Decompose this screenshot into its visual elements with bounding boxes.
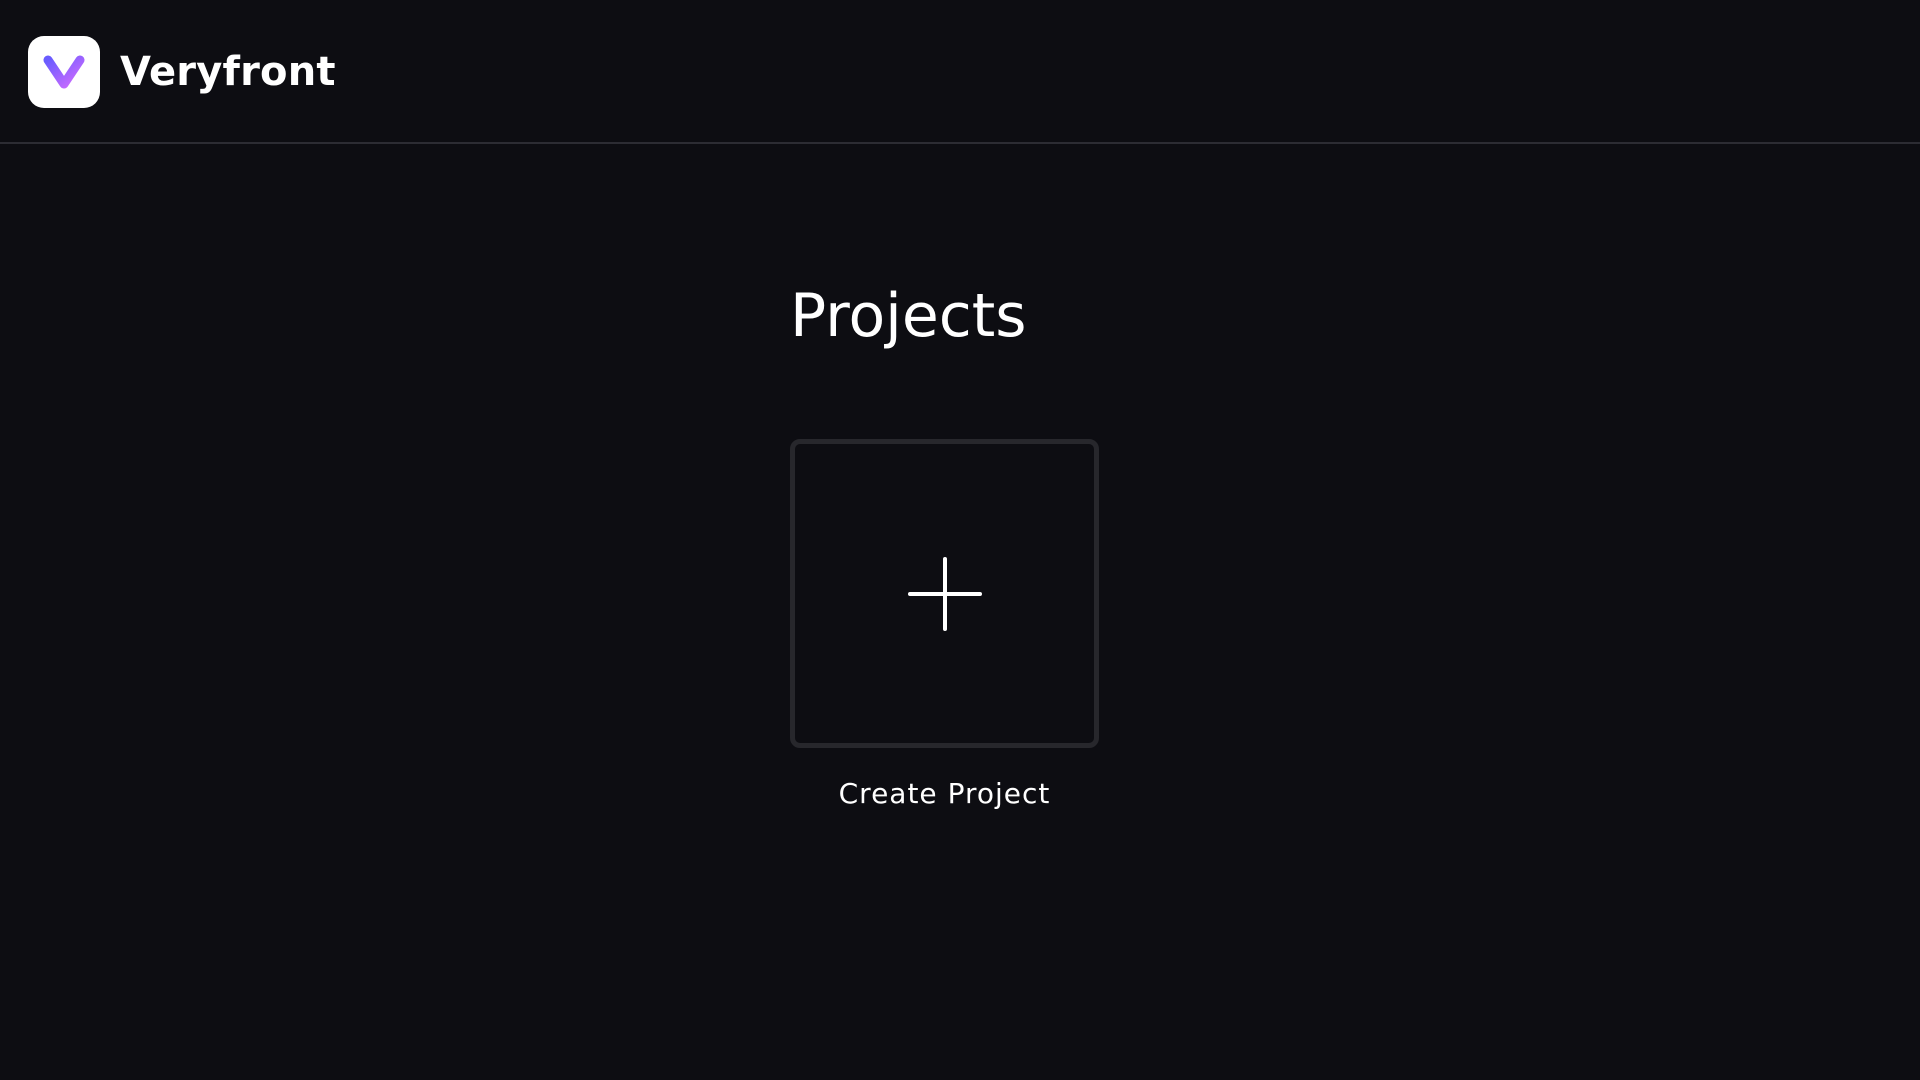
page-title: Projects (790, 281, 1027, 351)
create-project-card[interactable] (790, 439, 1099, 748)
plus-icon (907, 556, 982, 631)
create-project-label[interactable]: Create Project (790, 774, 1099, 814)
top-bar: Veryfront (0, 0, 1920, 144)
veryfront-v-logo-icon (43, 55, 85, 89)
brand-name[interactable]: Veryfront (120, 44, 336, 100)
brand-logo[interactable] (28, 36, 100, 108)
